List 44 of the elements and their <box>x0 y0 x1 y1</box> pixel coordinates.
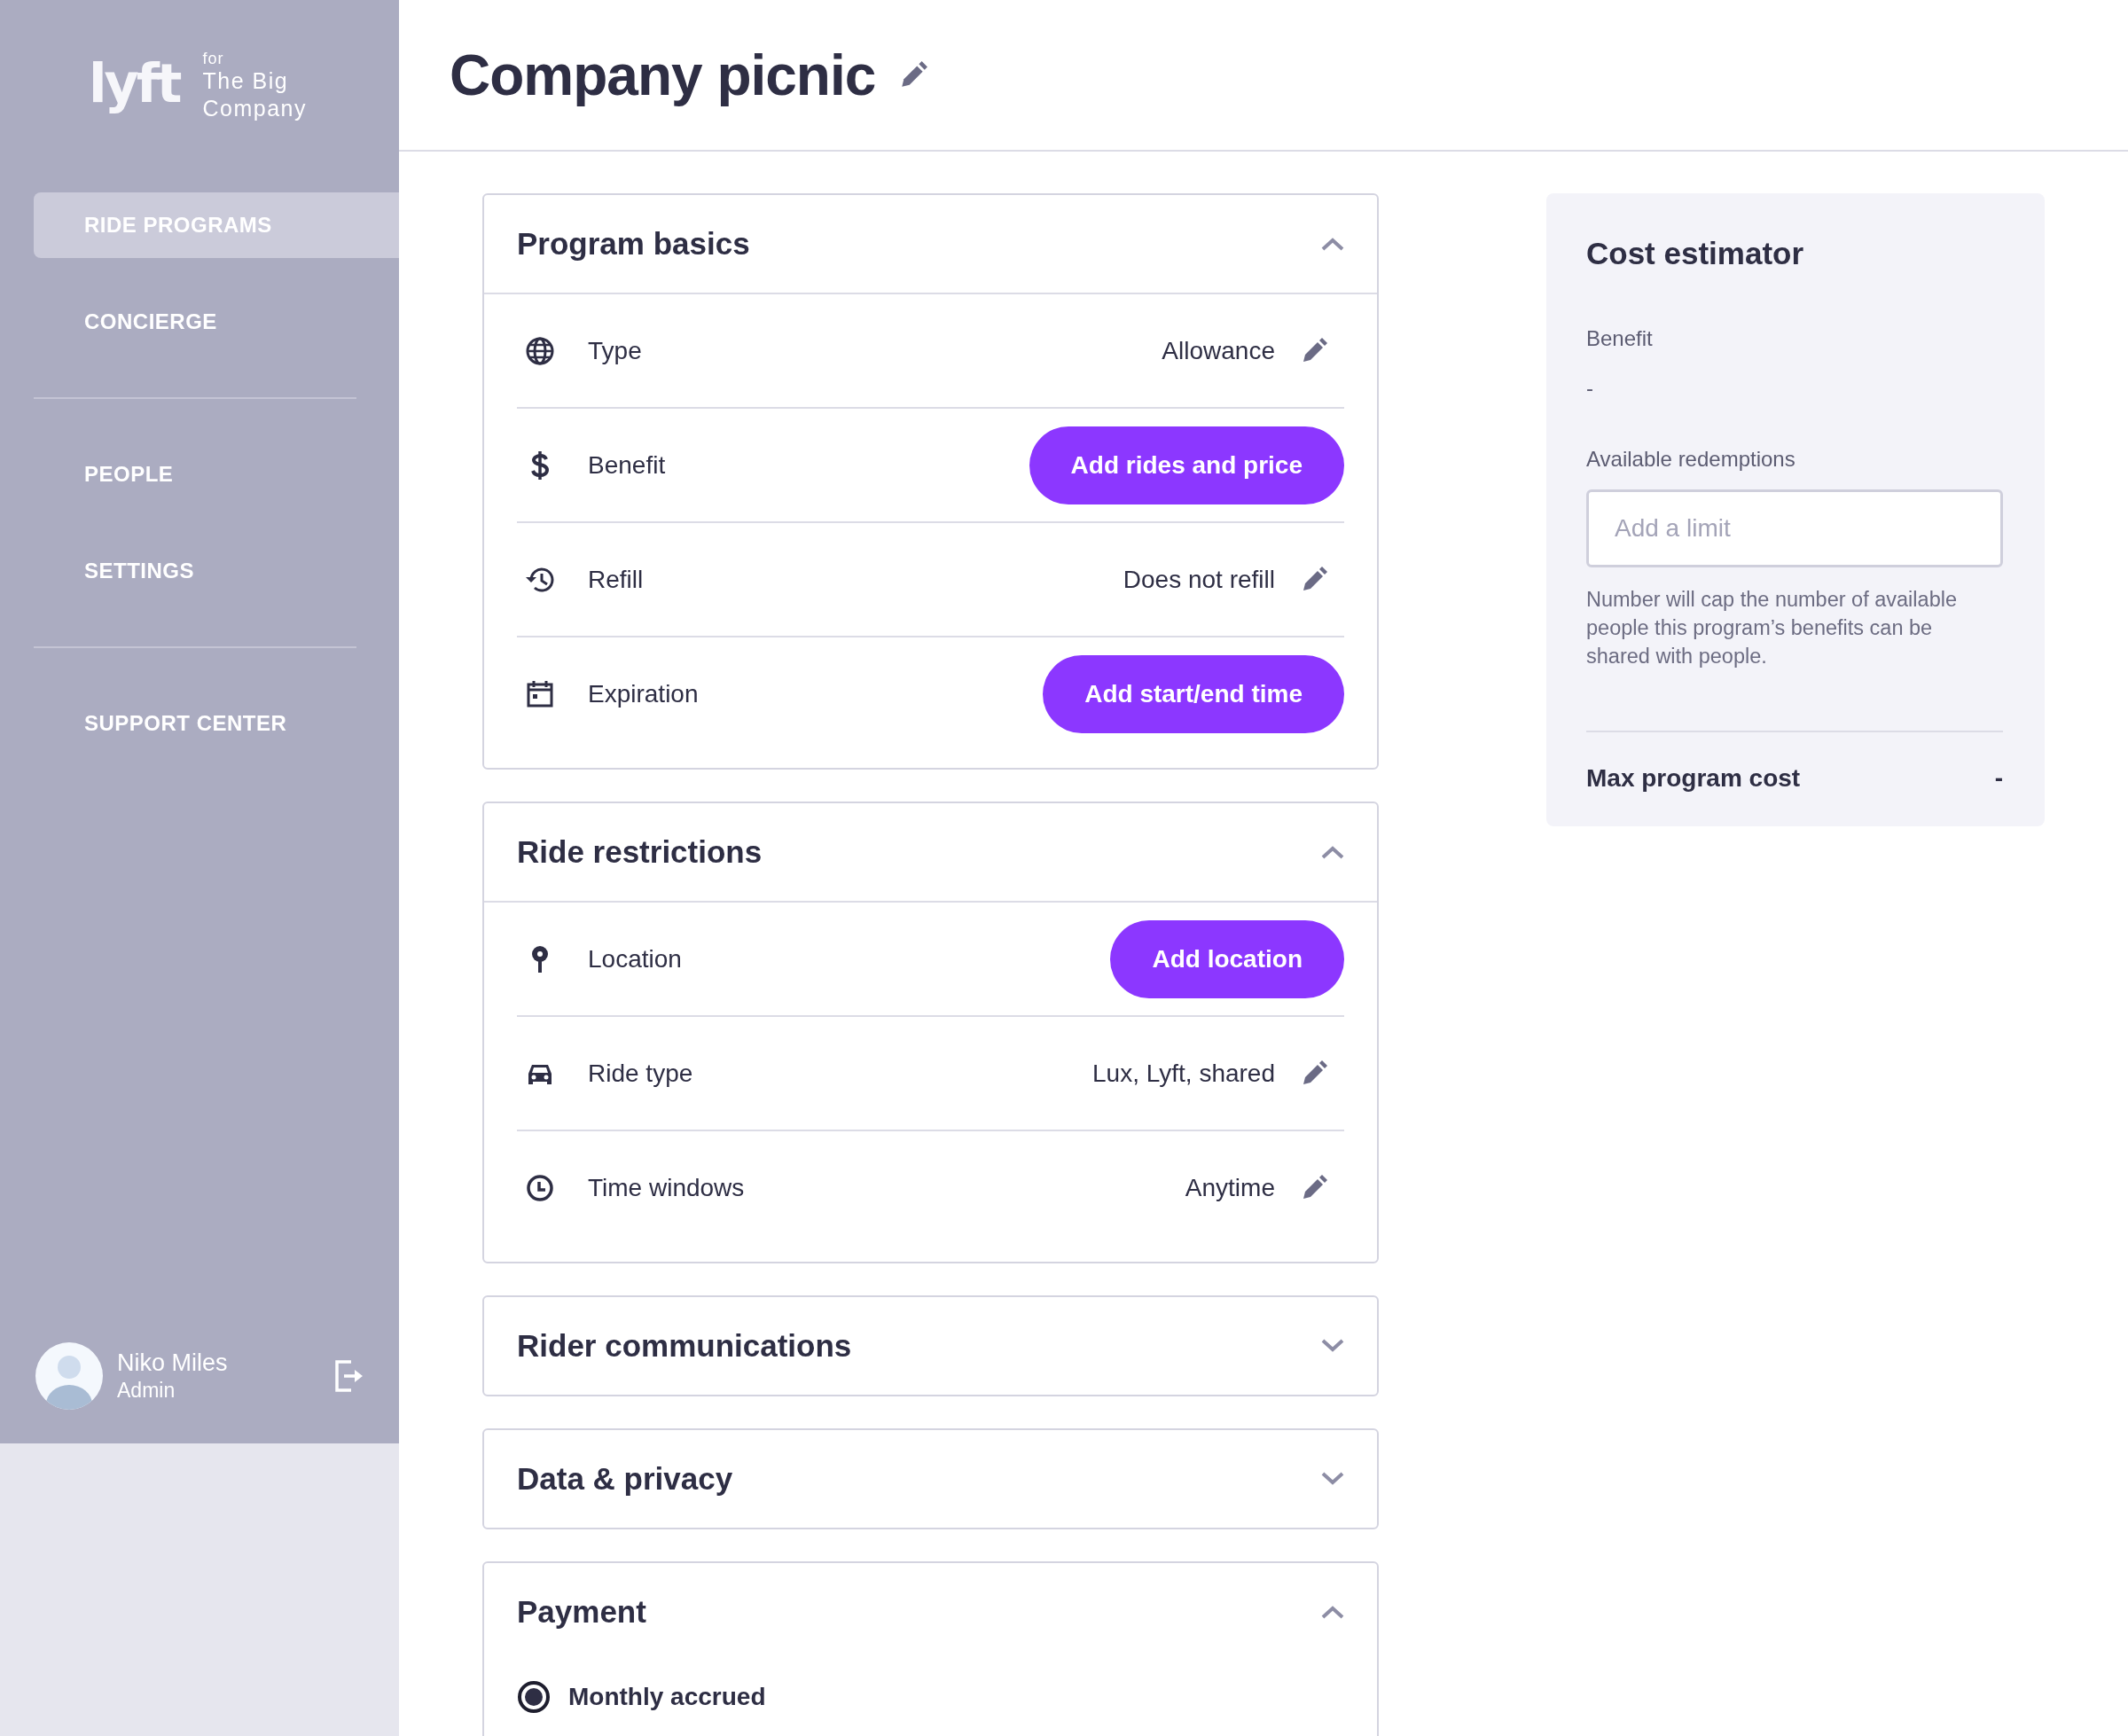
user-name: Niko Miles <box>117 1349 228 1377</box>
section-title: Program basics <box>517 226 750 262</box>
user-role: Admin <box>117 1378 176 1404</box>
section-title: Rider communications <box>517 1328 852 1364</box>
row-label: Ride type <box>588 1059 693 1088</box>
row-label: Time windows <box>588 1173 745 1202</box>
organization-name: The Big Company <box>202 67 308 122</box>
row-label: Benefit <box>588 450 666 480</box>
add-button[interactable]: Add start/end time <box>1043 654 1344 733</box>
logout-icon[interactable] <box>333 1359 364 1393</box>
chevron-down-icon[interactable] <box>1321 1339 1344 1353</box>
row-label: Location <box>588 944 682 974</box>
row-value: Allowance <box>1162 336 1275 365</box>
help-text: Number will cap the number of available people this program’s benefits can be shared with people. <box>1586 587 1958 669</box>
add-button[interactable]: Add location <box>1110 919 1344 998</box>
max-cost-value: - <box>1994 764 2003 793</box>
chevron-up-icon[interactable] <box>1321 237 1344 251</box>
nav-item[interactable]: SETTINGS <box>34 538 399 604</box>
max-cost-label: Max program cost <box>1586 764 1801 793</box>
chevron-up-icon[interactable] <box>1321 845 1344 859</box>
nav-item[interactable]: SUPPORT CENTER <box>34 691 399 756</box>
row-value: Does not refill <box>1123 565 1275 594</box>
section-title: Payment <box>517 1594 646 1630</box>
row-label: Type <box>588 336 642 365</box>
estimator-title: Cost estimator <box>1586 236 1805 271</box>
nav-item[interactable]: PEOPLE <box>34 442 399 507</box>
chevron-up-icon[interactable] <box>1321 1605 1344 1619</box>
radio-label: Monthly accrued <box>568 1683 766 1711</box>
row-label: Expiration <box>588 679 699 708</box>
nav-item[interactable]: CONCIERGE <box>34 289 399 355</box>
radio-button[interactable] <box>517 1680 551 1714</box>
page-title: Company picnic <box>450 42 876 108</box>
field-label: Benefit <box>1586 326 1654 351</box>
row-value: Anytime <box>1185 1173 1275 1202</box>
benefit-value: - <box>1586 376 1594 401</box>
row-value: Lux, Lyft, shared <box>1092 1059 1275 1088</box>
brand-prefix: for <box>202 50 225 67</box>
row-label: Refill <box>588 565 644 594</box>
field-label: Available redemptions <box>1586 447 1796 472</box>
limit-input-field[interactable]: Add a limit <box>1586 489 2003 567</box>
section-title: Ride restrictions <box>517 834 763 870</box>
chevron-down-icon[interactable] <box>1321 1472 1344 1486</box>
section-title: Data & privacy <box>517 1461 733 1497</box>
add-button[interactable]: Add rides and price <box>1029 426 1344 504</box>
